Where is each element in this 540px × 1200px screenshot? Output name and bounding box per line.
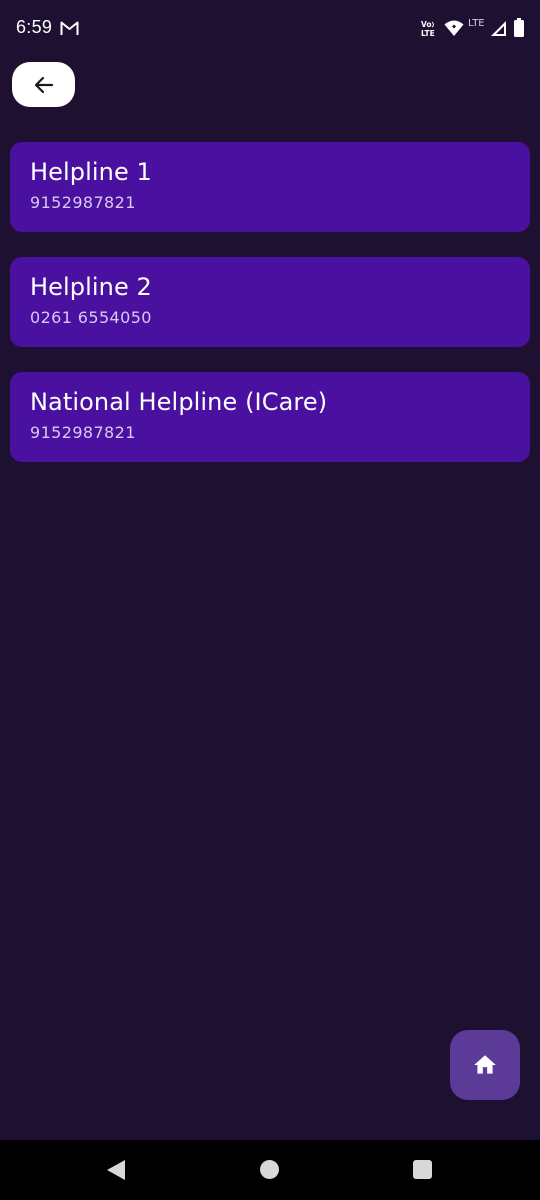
home-icon — [472, 1052, 498, 1078]
helpline-number: 9152987821 — [30, 423, 136, 442]
nav-back-icon[interactable] — [106, 1159, 126, 1181]
system-navigation-bar — [0, 1140, 540, 1200]
volte-icon: Vo LTE — [419, 20, 439, 38]
signal-icon — [490, 20, 507, 37]
helpline-number: 9152987821 — [30, 193, 136, 212]
svg-text:Vo: Vo — [421, 20, 432, 29]
nav-recents-icon[interactable] — [413, 1160, 432, 1179]
helpline-name: Helpline 1 — [30, 158, 152, 186]
wifi-icon — [444, 19, 464, 37]
helpline-card-1[interactable]: Helpline 1 9152987821 — [10, 142, 530, 232]
helpline-card-2[interactable]: Helpline 2 0261 6554050 — [10, 257, 530, 347]
status-bar: 6:59 Vo LTE LTE — [0, 0, 540, 56]
gmail-icon — [60, 20, 79, 36]
status-time: 6:59 — [16, 17, 53, 37]
helpline-name: Helpline 2 — [30, 273, 152, 301]
back-button[interactable] — [12, 62, 75, 107]
helpline-number: 0261 6554050 — [30, 308, 152, 327]
helpline-list: Helpline 1 9152987821 Helpline 2 0261 65… — [10, 142, 530, 487]
home-fab-button[interactable] — [450, 1030, 520, 1100]
battery-icon — [514, 18, 524, 37]
helpline-card-national[interactable]: National Helpline (ICare) 9152987821 — [10, 372, 530, 462]
lte-label: LTE — [468, 18, 485, 29]
helpline-name: National Helpline (ICare) — [30, 388, 328, 416]
nav-home-icon[interactable] — [260, 1160, 279, 1179]
svg-text:LTE: LTE — [421, 29, 435, 38]
arrow-left-icon — [32, 73, 56, 97]
